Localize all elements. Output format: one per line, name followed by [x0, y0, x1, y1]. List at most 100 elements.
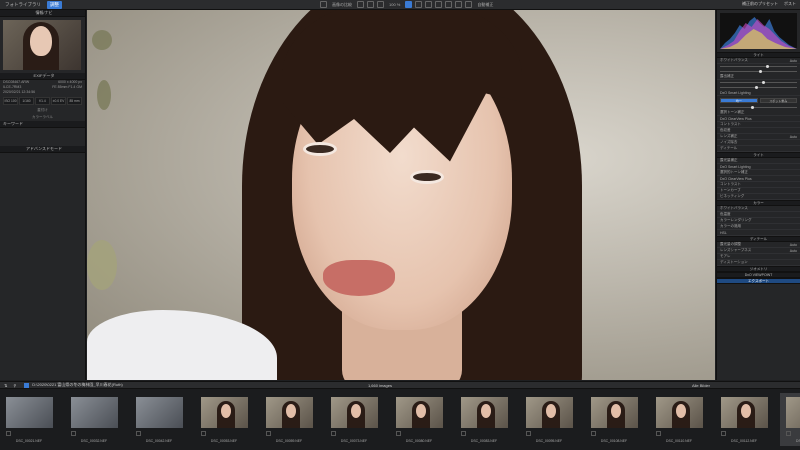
thumbnail-filename: DSC_00108.NEF: [600, 439, 628, 443]
filmstrip-thumbnail[interactable]: DSC_00080.NEF: [390, 393, 448, 446]
tab-customize[interactable]: 調整: [47, 1, 62, 9]
item-label: 色温度: [720, 212, 731, 216]
thumbnail-image: [396, 397, 443, 428]
filmstrip-thumbnail[interactable]: DSC_00032.NEF: [65, 393, 123, 446]
keywords-area[interactable]: [0, 128, 85, 146]
thumbnail-filename: DSC_00032.NEF: [80, 439, 108, 443]
blossom-branch: [87, 240, 117, 290]
thumbnail-image: [461, 397, 508, 428]
filmstrip-thumbnail[interactable]: DSC_00117.NEF: [780, 393, 800, 446]
filmstrip-thumbnail[interactable]: DSC_00059.NEF: [260, 393, 318, 446]
rating-box[interactable]: [71, 431, 76, 436]
filmstrip-thumbnail[interactable]: DSC_00042.NEF: [130, 393, 188, 446]
info-panel-header[interactable]: 情報/ナビ: [0, 10, 85, 17]
filmstrip-thumbnail[interactable]: DSC_00112.NEF: [715, 393, 773, 446]
exif-shutter: 1/160: [19, 97, 34, 105]
red-eye-icon[interactable]: [425, 1, 433, 8]
exif-values: ISO 100 1/160 f/1.4 ±0.0 EV 85 mm: [0, 95, 85, 107]
item-label: 選択トーン補正: [720, 110, 745, 114]
rating-box[interactable]: [656, 431, 661, 436]
zoom-level[interactable]: 100 %: [387, 2, 402, 7]
item-label: 露光量補正: [720, 158, 738, 162]
thumbnail-filename: DSC_00112.NEF: [731, 439, 757, 443]
rating-box[interactable]: [266, 431, 271, 436]
item-label: HSL: [720, 230, 727, 235]
horizon-icon[interactable]: [435, 1, 443, 8]
mode-tabs: フォトライブラリ 調整: [2, 1, 62, 9]
histogram-graph: [720, 17, 797, 49]
exif-panel-header[interactable]: EXIFデータ: [0, 73, 85, 80]
portrait-eye-left: [303, 142, 337, 156]
filmstrip-thumbnail[interactable]: DSC_00110.NEF: [650, 393, 708, 446]
advanced-panel-header[interactable]: アドバンスドモード: [0, 146, 85, 153]
histogram: [720, 13, 797, 49]
preset-button[interactable]: 補正前のプリセット: [742, 1, 778, 7]
toolbar-tools: 画像の比較 100 % 自動補正: [320, 1, 495, 8]
thumbnail-image: [201, 397, 248, 428]
repair-icon[interactable]: [415, 1, 423, 8]
navigator-thumbnail[interactable]: [3, 20, 81, 70]
folder-icon: [24, 382, 30, 388]
crop-icon[interactable]: [357, 1, 364, 8]
post-button[interactable]: ポスト: [784, 1, 796, 7]
item-label: ディテール: [720, 146, 738, 150]
item-label: ホワイトバランス: [720, 58, 748, 62]
eye-icon[interactable]: [465, 1, 473, 8]
filter-icon[interactable]: ⚲: [13, 383, 16, 388]
spot-weight-button[interactable]: スポット重み: [759, 98, 797, 103]
thumbnail-image: [331, 397, 378, 428]
filmstrip: DSC_00021.NEF DSC_00032.NEF DSC_00042.NEF D…: [0, 389, 800, 450]
watermark-icon[interactable]: [455, 1, 463, 8]
thumb-face: [286, 404, 296, 418]
uniform-button[interactable]: 均一: [720, 98, 758, 103]
export-button[interactable]: エクスポート: [717, 278, 800, 284]
compare-label[interactable]: 画像の比較: [330, 2, 354, 8]
thumbnail-image: [656, 397, 703, 428]
filmstrip-thumbnail[interactable]: DSC_00095.NEF: [520, 393, 578, 446]
auto-badge: Auto: [789, 134, 797, 139]
rating-box[interactable]: [6, 431, 11, 436]
rating-label[interactable]: 星付け: [0, 107, 85, 114]
local-adjust-icon[interactable]: [445, 1, 453, 8]
compare-icon[interactable]: [320, 1, 327, 8]
hand-icon[interactable]: [377, 1, 384, 8]
thumbnail-filename: DSC_00073.NEF: [340, 439, 368, 443]
smart-lighting-mode: 均一 スポット重み: [717, 96, 800, 105]
photo-viewer[interactable]: [87, 10, 715, 380]
rating-box[interactable]: [591, 431, 596, 436]
item-label: DxO Smart Lighting: [720, 90, 751, 95]
color-label[interactable]: カラーラベル: [0, 114, 85, 121]
rotate-icon[interactable]: [367, 1, 374, 8]
filter-select[interactable]: Alle Bilder: [692, 383, 710, 388]
item-label: DxO ClearView Plus: [720, 176, 752, 181]
filmstrip-thumbnail[interactable]: DSC_00073.NEF: [325, 393, 383, 446]
filmstrip-thumbnail[interactable]: DSC_00083.NEF: [455, 393, 513, 446]
thumbnail-image: [71, 397, 118, 428]
rating-box[interactable]: [721, 431, 726, 436]
filmstrip-thumbnail[interactable]: DSC_00108.NEF: [585, 393, 643, 446]
tab-photo-library[interactable]: フォトライブラリ: [2, 1, 44, 9]
rating-box[interactable]: [201, 431, 206, 436]
thumb-face: [351, 404, 361, 418]
rating-box[interactable]: [786, 431, 791, 436]
rating-box[interactable]: [461, 431, 466, 436]
keywords-panel-header[interactable]: キーワード: [0, 121, 85, 128]
rating-box[interactable]: [331, 431, 336, 436]
thumb-face: [221, 404, 231, 418]
filmstrip-thumbnail[interactable]: DSC_00021.NEF: [0, 393, 58, 446]
item-label: レンズ補正: [720, 134, 738, 138]
image-count: 1,660 images: [367, 382, 392, 388]
sort-icon[interactable]: ⇅: [4, 383, 7, 388]
rating-box[interactable]: [136, 431, 141, 436]
item-label: ディストーション: [720, 260, 748, 264]
exif-ev: ±0.0 EV: [51, 97, 66, 105]
filmstrip-thumbnail[interactable]: DSC_00053.NEF: [195, 393, 253, 446]
thumbnail-filename: DSC_00021.NEF: [15, 439, 43, 443]
rating-box[interactable]: [396, 431, 401, 436]
thumbnail-filename: DSC_00053.NEF: [210, 439, 238, 443]
rating-box[interactable]: [526, 431, 531, 436]
auto-correct-label[interactable]: 自動補正: [475, 2, 495, 8]
top-toolbar: フォトライブラリ 調整 画像の比較 100 % 自動補正 補正前のプリセット ポ…: [0, 0, 800, 10]
fit-icon[interactable]: [405, 1, 413, 8]
thumb-face: [741, 404, 751, 418]
